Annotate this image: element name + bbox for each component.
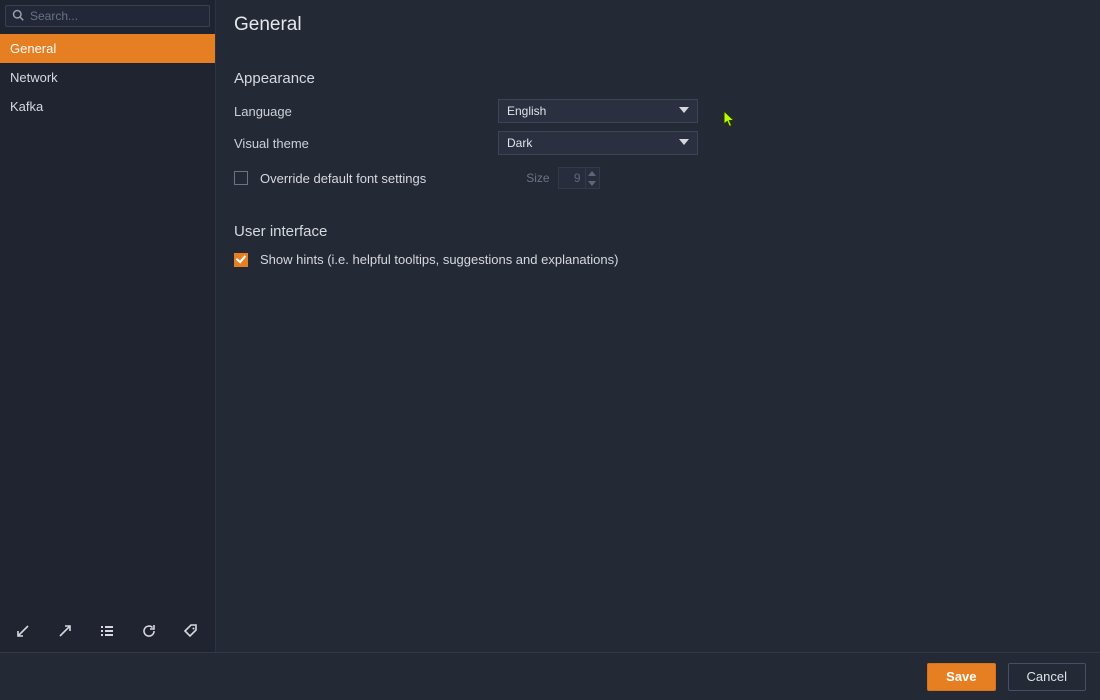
- row-language: Language English: [234, 99, 1082, 123]
- override-fonts-checkbox[interactable]: [234, 171, 248, 185]
- theme-select[interactable]: Dark: [498, 131, 698, 155]
- search-input[interactable]: [30, 9, 203, 23]
- show-hints-label: Show hints (i.e. helpful tooltips, sugge…: [260, 252, 618, 267]
- collapse-in-icon[interactable]: [14, 622, 32, 640]
- show-hints-checkbox[interactable]: [234, 253, 248, 267]
- settings-main: General Appearance Language English Visu…: [216, 0, 1100, 652]
- sidebar-item-kafka[interactable]: Kafka: [0, 92, 215, 121]
- font-size-input: [559, 168, 585, 188]
- language-value: English: [507, 104, 546, 118]
- step-down-icon[interactable]: [586, 178, 599, 188]
- override-fonts-label: Override default font settings: [260, 171, 426, 186]
- sidebar-toolbar: [0, 612, 215, 652]
- sidebar-item-network[interactable]: Network: [0, 63, 215, 92]
- cancel-button-label: Cancel: [1027, 669, 1067, 684]
- language-select[interactable]: English: [498, 99, 698, 123]
- search-field[interactable]: [5, 5, 210, 27]
- settings-sidebar: General Network Kafka: [0, 0, 216, 652]
- chevron-down-icon: [679, 136, 689, 150]
- sidebar-item-label: Kafka: [10, 99, 43, 114]
- row-theme: Visual theme Dark: [234, 131, 1082, 155]
- save-button[interactable]: Save: [927, 663, 995, 691]
- section-title-ui: User interface: [234, 223, 1082, 240]
- font-size-group: Size: [526, 167, 599, 189]
- section-title-appearance: Appearance: [234, 70, 1082, 87]
- chevron-down-icon: [679, 104, 689, 118]
- language-label: Language: [234, 104, 498, 119]
- sidebar-item-label: General: [10, 41, 56, 56]
- settings-nav: General Network Kafka: [0, 32, 215, 612]
- expand-out-icon[interactable]: [56, 622, 74, 640]
- row-show-hints: Show hints (i.e. helpful tooltips, sugge…: [234, 252, 1082, 267]
- theme-label: Visual theme: [234, 136, 498, 151]
- refresh-icon[interactable]: [140, 622, 158, 640]
- step-up-icon[interactable]: [586, 168, 599, 178]
- tag-icon[interactable]: [182, 622, 200, 640]
- sidebar-item-general[interactable]: General: [0, 34, 215, 63]
- font-size-stepper[interactable]: [558, 167, 600, 189]
- list-icon[interactable]: [98, 622, 116, 640]
- sidebar-item-label: Network: [10, 70, 58, 85]
- row-override-fonts: Override default font settings Size: [234, 167, 1082, 189]
- page-title: General: [234, 14, 1082, 36]
- font-size-label: Size: [526, 171, 549, 185]
- dialog-footer: Save Cancel: [0, 652, 1100, 700]
- theme-value: Dark: [507, 136, 532, 150]
- cancel-button[interactable]: Cancel: [1008, 663, 1086, 691]
- save-button-label: Save: [946, 669, 976, 684]
- search-icon: [12, 9, 24, 24]
